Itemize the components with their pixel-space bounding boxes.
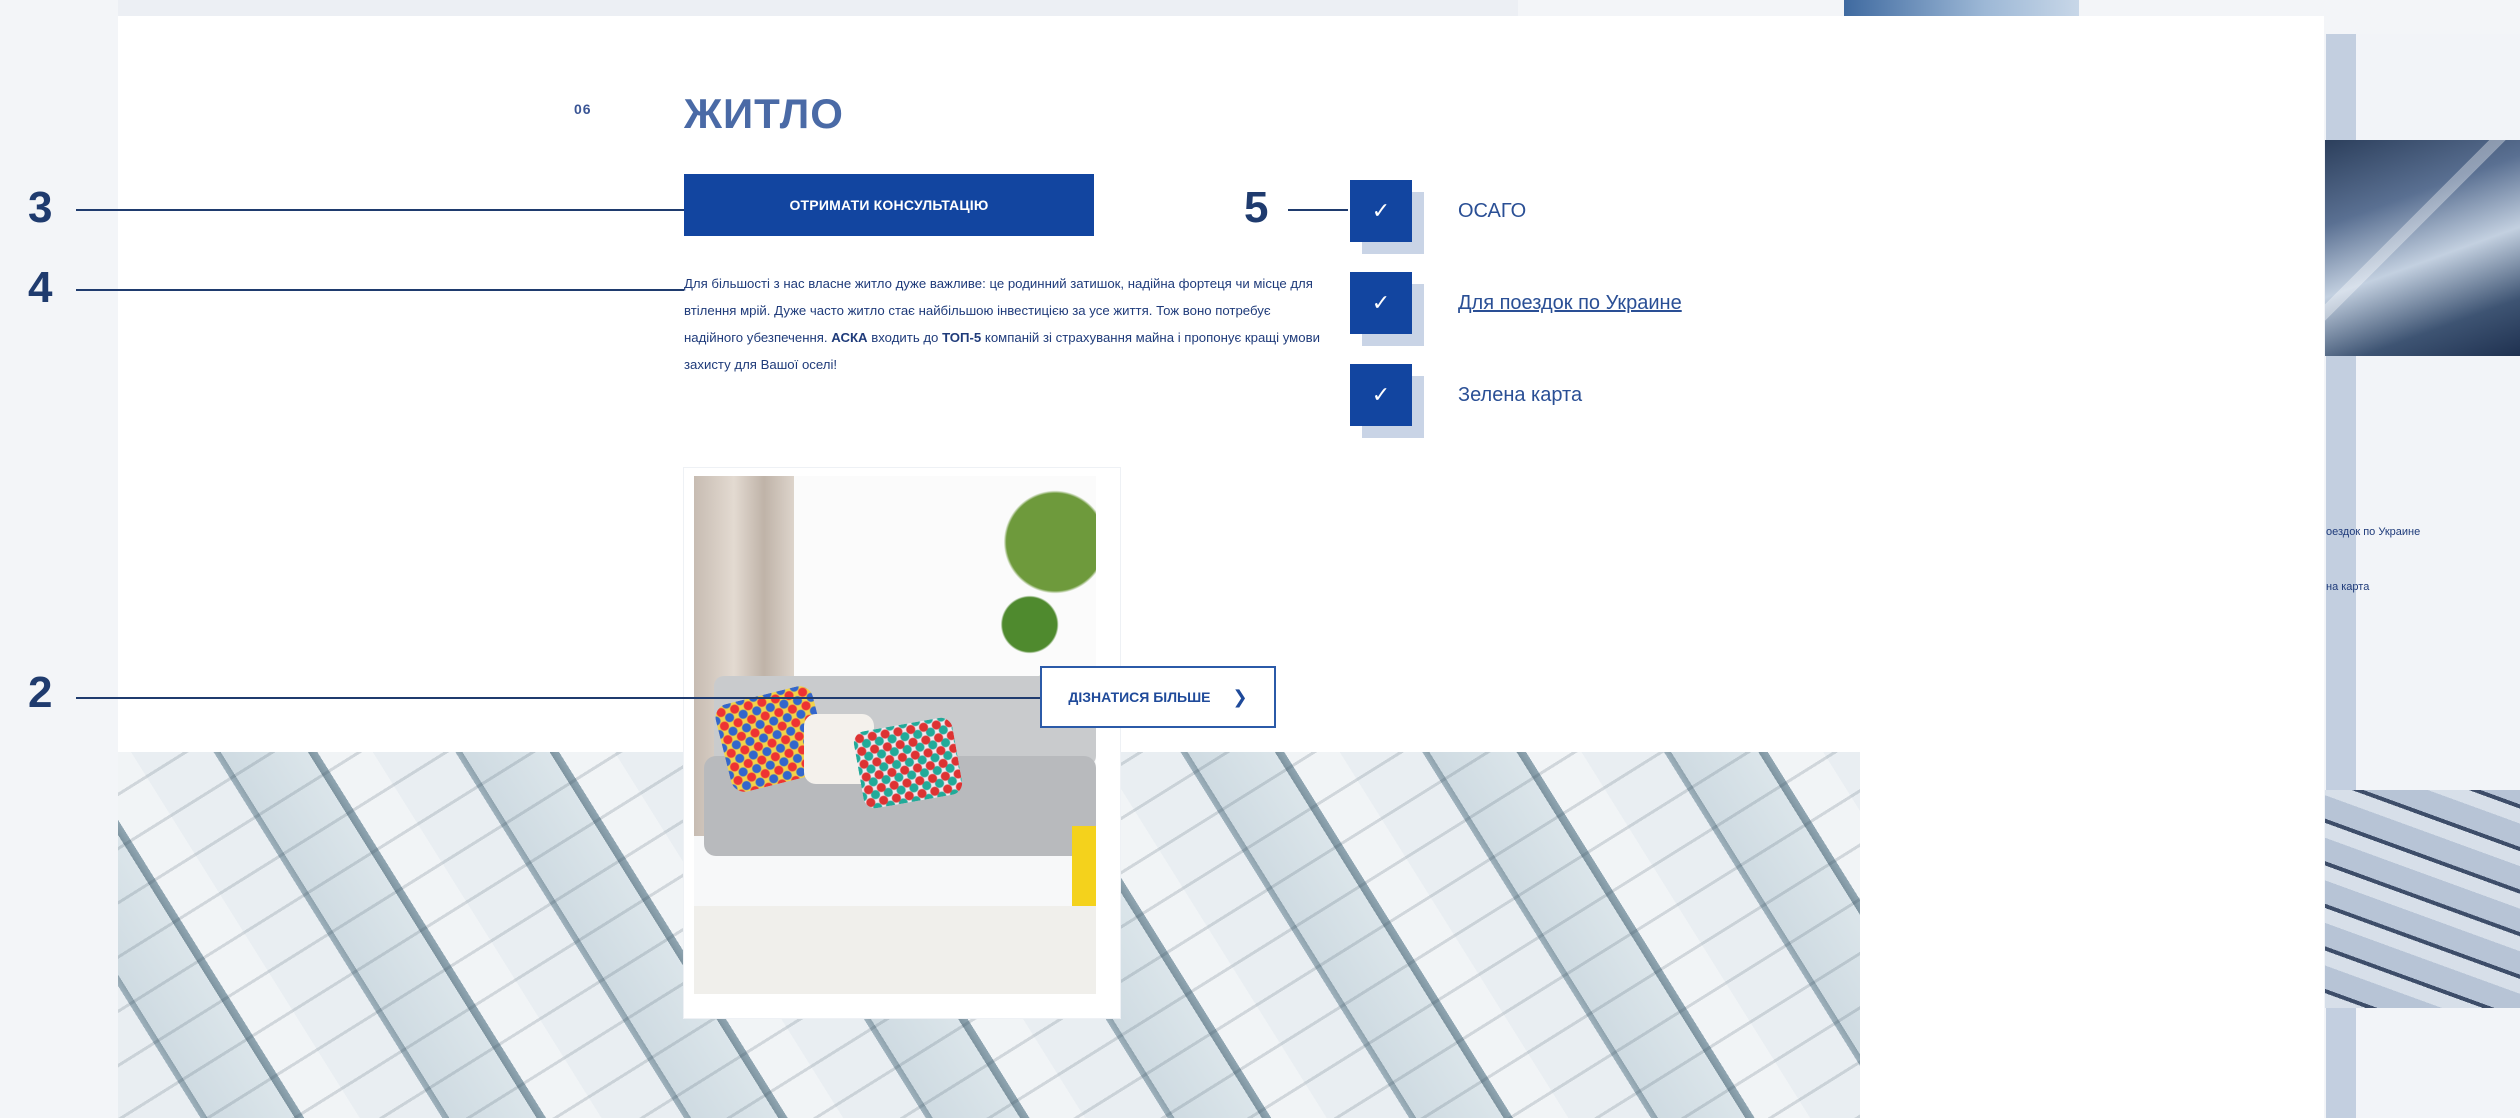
next-slide-building-image xyxy=(2325,140,2520,356)
section-number: 06 xyxy=(574,101,592,117)
next-slide-text: на карта xyxy=(2326,581,2370,593)
checklist-label: ОСАГО xyxy=(1458,199,1527,222)
checklist-item-osago[interactable]: ✓ ОСАГО xyxy=(1350,180,1526,242)
checklist-item-green-card[interactable]: ✓ Зелена карта xyxy=(1350,364,1582,426)
living-room-photo xyxy=(694,476,1096,994)
check-icon: ✓ xyxy=(1350,364,1412,426)
callout-number: 4 xyxy=(28,263,53,312)
next-slide-balcony-image xyxy=(2325,790,2520,1008)
callout-number: 2 xyxy=(28,668,53,717)
next-slide-link-text: оездок по Украине xyxy=(2326,526,2421,538)
description-top5: ТОП-5 xyxy=(942,330,982,345)
checklist-item-ukraine-trips[interactable]: ✓ Для поездок по Украине xyxy=(1350,272,1682,334)
callout-line xyxy=(76,289,684,291)
learn-more-label: ДІЗНАТИСЯ БІЛЬШЕ xyxy=(1068,689,1211,705)
description-text: входить до xyxy=(867,330,943,345)
callout-number: 3 xyxy=(28,183,53,232)
callout-line xyxy=(76,209,684,211)
checklist-link[interactable]: Для поездок по Украине xyxy=(1458,292,1682,315)
background-strip xyxy=(118,0,1518,16)
section-description: Для більшості з нас власне житло дуже ва… xyxy=(684,270,1324,378)
check-icon: ✓ xyxy=(1350,272,1412,334)
check-icon: ✓ xyxy=(1350,180,1412,242)
rug xyxy=(694,906,1096,994)
top-thumbnail-image xyxy=(1844,0,2079,16)
description-brand: АСКА xyxy=(831,330,868,345)
learn-more-button[interactable]: ДІЗНАТИСЯ БІЛЬШЕ ❯ xyxy=(1040,666,1276,728)
checklist-label: Зелена карта xyxy=(1458,383,1583,406)
callout-line xyxy=(76,697,1040,699)
callout-line xyxy=(1288,209,1348,211)
get-consultation-button[interactable]: ОТРИМАТИ КОНСУЛЬТАЦІЮ xyxy=(684,174,1094,236)
callout-number: 5 xyxy=(1244,183,1269,232)
section-title: ЖИТЛО xyxy=(684,90,844,137)
chevron-right-icon: ❯ xyxy=(1232,686,1248,707)
